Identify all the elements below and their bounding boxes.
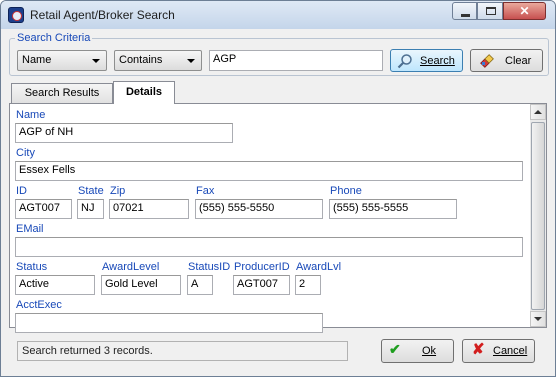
minimize-icon [461, 14, 470, 17]
ok-button-label: Ok [422, 345, 437, 357]
city-field[interactable]: Essex Fells [15, 161, 523, 181]
window-title: Retail Agent/Broker Search [30, 8, 175, 22]
award-level-label: AwardLevel [102, 261, 160, 273]
search-field-value: Name [22, 54, 52, 66]
search-criteria-label: Search Criteria [15, 32, 93, 44]
maximize-icon [486, 7, 496, 15]
close-button[interactable]: ✕ [503, 2, 546, 20]
app-icon [8, 7, 24, 23]
zip-label: Zip [110, 185, 126, 197]
chevron-down-icon [187, 59, 195, 63]
scroll-thumb[interactable] [531, 122, 545, 310]
producer-id-label: ProducerID [234, 261, 290, 273]
tab-search-results[interactable]: Search Results [11, 83, 113, 103]
award-lvl-label: AwardLvl [296, 261, 342, 273]
close-icon: ✕ [519, 4, 530, 18]
fax-field[interactable]: (555) 555-5550 [195, 199, 323, 219]
cancel-button[interactable]: ✘ Cancel [462, 339, 535, 363]
state-field[interactable]: NJ [77, 199, 104, 219]
phone-label: Phone [330, 185, 362, 197]
check-icon: ✔ [389, 341, 401, 357]
email-label: EMail [16, 223, 44, 235]
scroll-up-arrow-icon [534, 110, 542, 114]
acct-exec-field[interactable] [15, 313, 323, 333]
search-operator-select[interactable]: Contains [114, 50, 202, 71]
ok-button[interactable]: ✔ Ok [381, 339, 454, 363]
producer-id-field[interactable]: AGT007 [233, 275, 290, 295]
status-id-field[interactable]: A [187, 275, 213, 295]
cancel-button-label: Cancel [493, 345, 528, 357]
state-label: State [78, 185, 104, 197]
chevron-down-icon [92, 59, 100, 63]
search-button[interactable]: Search [390, 49, 463, 72]
tab-details-label: Details [125, 86, 163, 98]
scroll-down-arrow-icon [534, 317, 542, 321]
search-operator-value: Contains [119, 54, 163, 66]
title-bar[interactable]: Retail Agent/Broker Search ✕ [1, 1, 555, 29]
name-field[interactable]: AGP of NH [15, 123, 233, 143]
status-id-label: StatusID [188, 261, 231, 273]
magnifier-icon [397, 54, 412, 69]
email-field[interactable] [15, 237, 523, 257]
clear-button-label: Clear [505, 55, 532, 67]
maximize-button[interactable] [477, 2, 503, 20]
search-button-label: Search [420, 55, 455, 67]
fax-label: Fax [196, 185, 215, 197]
status-field[interactable]: Active [15, 275, 95, 295]
acct-exec-label: AcctExec [16, 299, 62, 311]
zip-field[interactable]: 07021 [109, 199, 189, 219]
tab-search-results-label: Search Results [24, 87, 100, 99]
name-label: Name [16, 109, 46, 121]
clear-button[interactable]: Clear [470, 49, 543, 72]
award-lvl-field[interactable]: 2 [295, 275, 321, 295]
scroll-up-button[interactable] [530, 104, 546, 120]
status-bar: Search returned 3 records. [17, 341, 348, 361]
award-level-field[interactable]: Gold Level [101, 275, 181, 295]
id-label: ID [16, 185, 27, 197]
tab-details[interactable]: Details [113, 81, 175, 104]
search-dialog: Retail Agent/Broker Search ✕ Search Crit… [0, 0, 556, 377]
phone-field[interactable]: (555) 555-5555 [329, 199, 457, 219]
eraser-icon [480, 54, 494, 68]
id-field[interactable]: AGT007 [15, 199, 72, 219]
x-icon: ✘ [472, 341, 485, 358]
city-label: City [16, 147, 35, 159]
status-label: Status [16, 261, 48, 273]
search-query-input[interactable]: AGP [209, 50, 383, 71]
minimize-button[interactable] [452, 2, 477, 20]
search-field-select[interactable]: Name [17, 50, 107, 71]
details-scrollbar[interactable] [530, 104, 546, 327]
scroll-down-button[interactable] [530, 311, 546, 327]
